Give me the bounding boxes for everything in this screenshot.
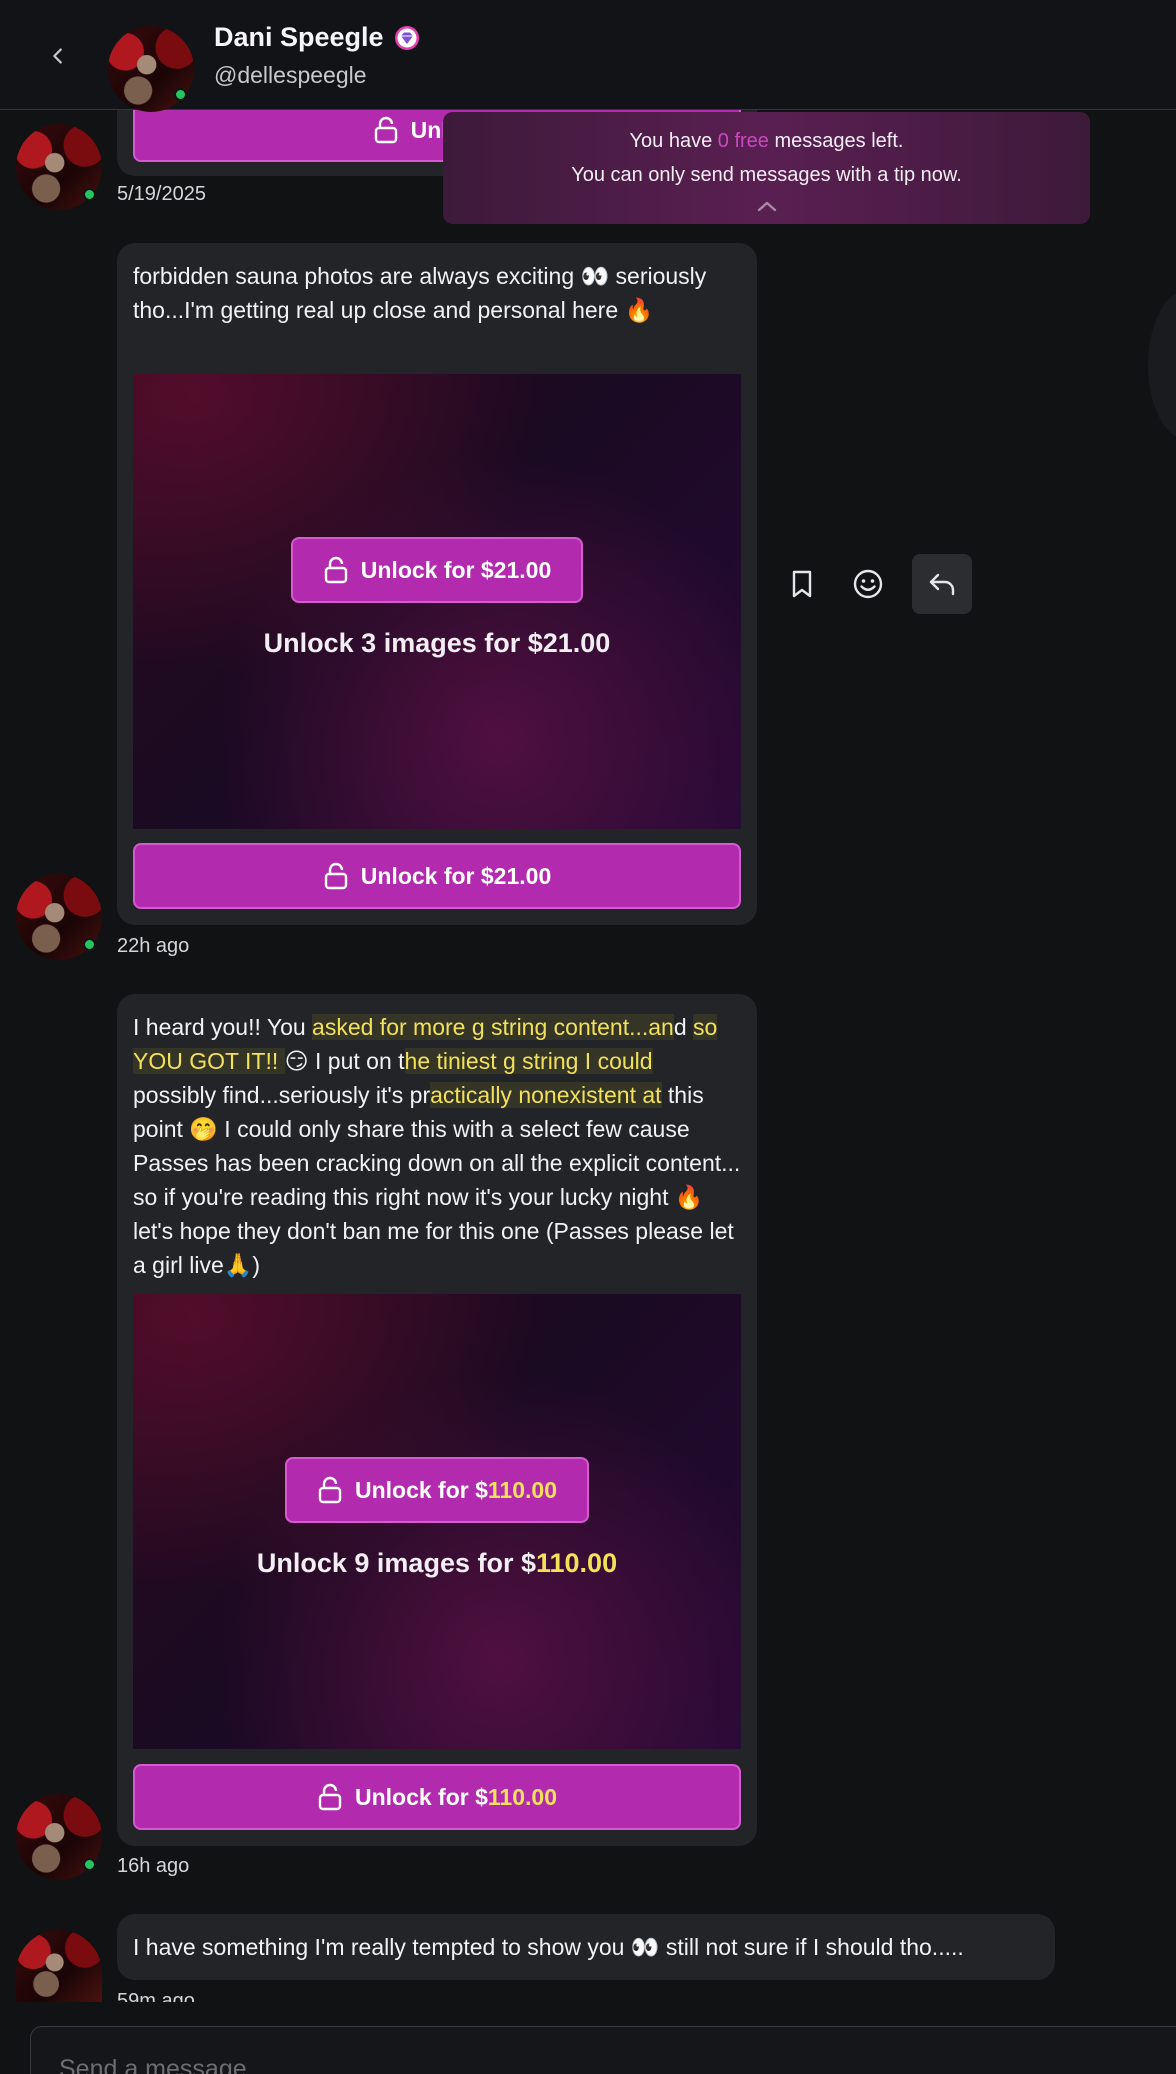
locked-media[interactable]: Unlock for $21.00 Unlock 3 images for $2… (133, 374, 741, 829)
react-button[interactable] (846, 562, 890, 606)
unlock-caption: Unlock 9 images for $110.00 (256, 1548, 618, 1578)
unlock-icon (324, 862, 347, 890)
message-timestamp: 5/19/2025 (117, 183, 206, 205)
message-actions (780, 554, 972, 614)
unlock-icon (324, 556, 347, 584)
sender-avatar[interactable] (16, 124, 102, 210)
back-button[interactable] (40, 38, 76, 74)
unlock-button[interactable]: Unlock for $21.00 (291, 537, 583, 603)
smiley-icon (853, 569, 883, 599)
unlock-button[interactable]: Unlock for $110.00 (285, 1457, 589, 1523)
reply-button[interactable] (912, 554, 972, 614)
chat-header: Dani Speegle @dellespeegle (0, 0, 1176, 112)
creator-handle: @dellespeegle (214, 62, 367, 88)
sender-avatar[interactable] (16, 874, 102, 960)
verified-diamond-icon (394, 25, 419, 50)
bookmark-button[interactable] (780, 562, 824, 606)
banner-line-1: You have 0 free messages left. (629, 130, 904, 152)
unlock-icon (318, 1783, 342, 1811)
message-text: forbidden sauna photos are always exciti… (133, 263, 707, 323)
sender-avatar[interactable] (16, 1794, 102, 1880)
free-messages-banner: You have 0 free messages left. You can o… (443, 112, 1090, 224)
message-text: I have something I'm really tempted to s… (133, 1934, 964, 1960)
banner-line-2: You can only send messages with a tip no… (571, 164, 962, 186)
unlock-icon (318, 1476, 342, 1504)
message-bubble: I heard you!! You asked for more g strin… (117, 994, 757, 1846)
message-input[interactable] (59, 2049, 959, 2074)
message-bubble: forbidden sauna photos are always exciti… (117, 243, 757, 925)
online-indicator (83, 938, 96, 951)
message-timestamp: 22h ago (117, 935, 190, 957)
chevron-up-icon[interactable] (755, 198, 779, 214)
chat-screen: Dani Speegle @dellespeegle Unlock f 5/19… (0, 0, 1176, 2074)
reply-icon (929, 573, 955, 596)
unlock-caption: Unlock 3 images for $21.00 (263, 628, 611, 658)
message-timestamp: 59m ago (117, 1990, 195, 2002)
online-indicator (83, 1858, 96, 1871)
unlock-button[interactable]: Unlock for $110.00 (133, 1764, 741, 1830)
online-indicator (174, 87, 187, 101)
creator-name[interactable]: Dani Speegle (214, 22, 420, 53)
locked-media[interactable]: Unlock for $110.00 Unlock 9 images for $… (133, 1294, 741, 1749)
message-text: I heard you!! You asked for more g strin… (133, 1014, 741, 1278)
message-bubble: I have something I'm really tempted to s… (117, 1914, 1055, 1980)
side-panel-edge (1148, 290, 1176, 440)
message-composer (30, 2026, 1176, 2074)
unlock-button[interactable]: Unlock for $21.00 (133, 843, 741, 909)
online-indicator (83, 188, 96, 201)
unlock-icon (374, 116, 397, 144)
creator-avatar[interactable] (108, 25, 194, 112)
message-timestamp: 16h ago (117, 1855, 190, 1877)
bookmark-icon (792, 570, 812, 598)
chevron-left-icon (53, 48, 62, 64)
sender-avatar[interactable] (16, 1930, 102, 2002)
